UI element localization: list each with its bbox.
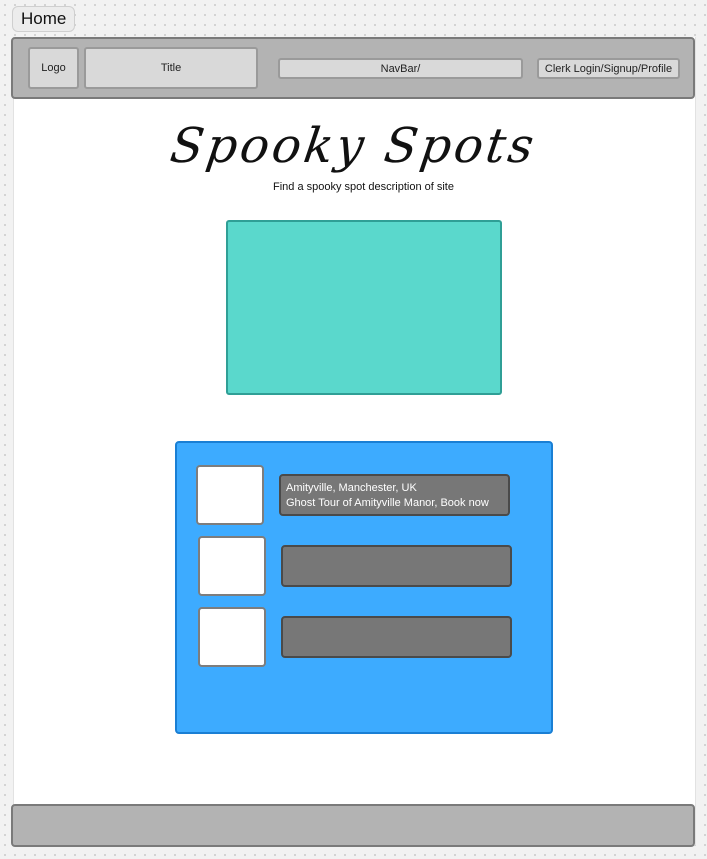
- listing-thumbnail[interactable]: [196, 465, 264, 525]
- page-subtitle: Find a spooky spot description of site: [273, 181, 454, 193]
- listing-thumbnail[interactable]: [198, 607, 266, 667]
- hero-image-placeholder: [226, 220, 502, 395]
- listing-info-card[interactable]: [281, 545, 512, 587]
- logo[interactable]: Logo: [28, 47, 79, 89]
- auth-button[interactable]: Clerk Login/Signup/Profile: [537, 58, 680, 79]
- listing-description: Ghost Tour of Amityville Manor, Book now: [286, 497, 489, 509]
- header: Logo Title NavBar/ Clerk Login/Signup/Pr…: [11, 37, 695, 99]
- navbar[interactable]: NavBar/: [278, 58, 523, 79]
- listing-location: Amityville, Manchester, UK: [286, 482, 417, 494]
- page-title: Spooky Spots: [166, 118, 541, 174]
- footer: [11, 804, 695, 847]
- listing-info-card[interactable]: Amityville, Manchester, UK Ghost Tour of…: [279, 474, 510, 516]
- listing-info-card[interactable]: [281, 616, 512, 658]
- frame-label: Home: [12, 6, 76, 32]
- header-title: Title: [84, 47, 258, 89]
- listing-thumbnail[interactable]: [198, 536, 266, 596]
- listing-panel: Amityville, Manchester, UK Ghost Tour of…: [175, 441, 553, 734]
